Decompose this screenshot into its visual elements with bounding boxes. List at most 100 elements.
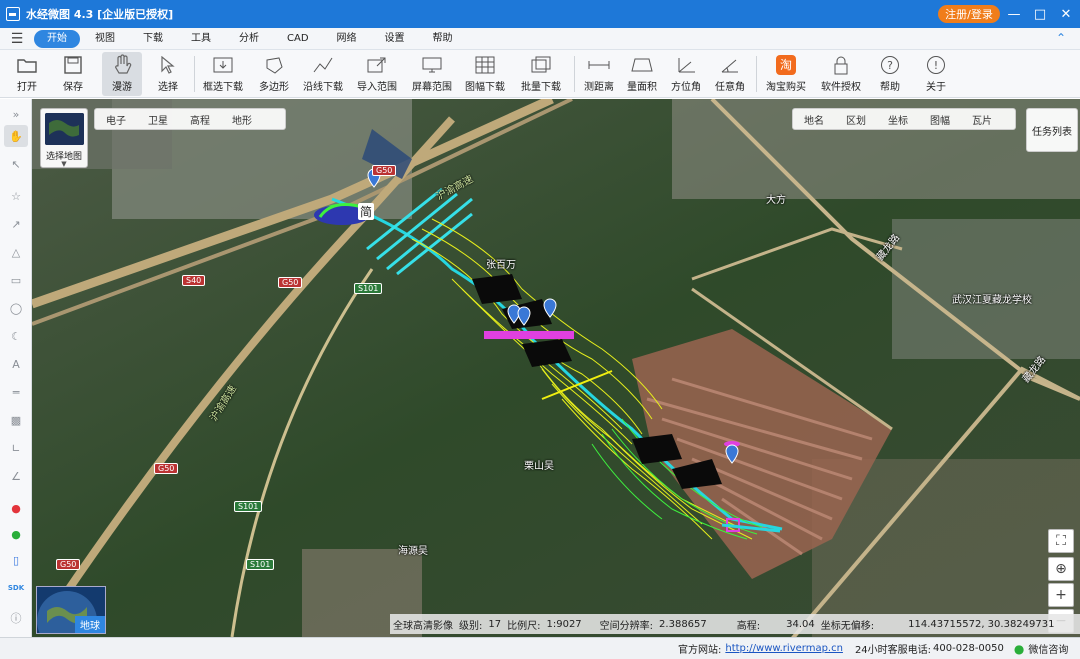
- map-type-elevation[interactable]: 高程: [179, 112, 221, 127]
- map-type-terrain[interactable]: 地形: [221, 112, 263, 127]
- measure-distance-icon: [585, 52, 613, 78]
- rail-weibo-icon[interactable]: ●: [4, 497, 28, 519]
- maximize-icon[interactable]: □: [1030, 4, 1050, 24]
- menu-tab-cad[interactable]: CAD: [274, 30, 322, 48]
- rail-area-measure-icon[interactable]: ▩: [4, 409, 28, 431]
- pan-button[interactable]: 漫游: [102, 52, 142, 96]
- box-download-button[interactable]: 框选下载: [200, 52, 246, 96]
- line-download-button[interactable]: 沿线下载: [300, 52, 346, 96]
- rail-sdk-icon[interactable]: SDK: [4, 577, 28, 599]
- road-shield-g50: G50: [372, 165, 397, 176]
- website-link[interactable]: http://www.rivermap.cn: [725, 643, 843, 654]
- about-button[interactable]: ! 关于: [920, 52, 952, 96]
- rail-pin-icon[interactable]: ☆: [4, 185, 28, 207]
- rail-phone-icon[interactable]: ▯: [4, 549, 28, 571]
- angle-button[interactable]: 任意角: [712, 52, 748, 96]
- task-list-button[interactable]: 任务列表: [1026, 108, 1078, 152]
- open-button[interactable]: 打开: [10, 52, 44, 96]
- overlay-tiles[interactable]: 瓦片: [961, 112, 1003, 127]
- rail-angle-icon[interactable]: ∠: [4, 465, 28, 487]
- rail-ruler-icon[interactable]: ═: [4, 381, 28, 403]
- import-range-button[interactable]: 导入范围: [354, 52, 400, 96]
- minimize-icon[interactable]: —: [1004, 4, 1024, 24]
- sheet-download-button[interactable]: 图幅下载: [462, 52, 508, 96]
- map-switch-caret-icon: ▼: [61, 160, 67, 168]
- save-label: 保存: [63, 82, 83, 93]
- polygon-download-button[interactable]: 多边形: [254, 52, 294, 96]
- login-button[interactable]: 注册/登录: [938, 5, 1000, 23]
- map-type-satellite[interactable]: 卫星: [137, 112, 179, 127]
- license-button[interactable]: 软件授权: [818, 52, 864, 96]
- svg-text:?: ?: [887, 59, 893, 72]
- hamburger-menu-icon[interactable]: ☰: [0, 31, 34, 47]
- left-tool-rail: » ✋ ↖ ☆ ↗ △ ▭ ◯ ☾ A ═ ▩ ∟ ∠ ● ● ▯ SDK ⓘ: [0, 99, 32, 637]
- rail-azimuth-icon[interactable]: ∟: [4, 437, 28, 459]
- help-button[interactable]: ? 帮助: [874, 52, 906, 96]
- rail-polyline-icon[interactable]: ↗: [4, 213, 28, 235]
- menu-tab-view[interactable]: 视图: [82, 30, 128, 48]
- menu-tab-tools[interactable]: 工具: [178, 30, 224, 48]
- menu-tab-help[interactable]: 帮助: [420, 30, 466, 48]
- menu-tab-download[interactable]: 下载: [130, 30, 176, 48]
- sheet-download-icon: [471, 52, 499, 78]
- azimuth-button[interactable]: 方位角: [668, 52, 704, 96]
- resolution-label: 空间分辨率:: [599, 620, 654, 632]
- globe-switch[interactable]: 地球: [36, 586, 106, 634]
- rail-cursor-icon[interactable]: ↖: [4, 153, 28, 175]
- road-shield-g50-4: G50: [56, 559, 81, 570]
- rail-hand-icon[interactable]: ✋: [4, 125, 28, 147]
- rail-area-icon[interactable]: △: [4, 241, 28, 263]
- measure-area-button[interactable]: 量面积: [624, 52, 660, 96]
- imagery-source: 全球高清影像: [393, 620, 453, 632]
- map-view[interactable]: 简 张百万 栗山吴 海源吴 大方 武汉江夏藏龙学校 G50 S40 G50 S1…: [32, 99, 1080, 637]
- road-shield-s101-3: S101: [246, 559, 275, 570]
- rail-rectangle-icon[interactable]: ▭: [4, 269, 28, 291]
- license-label: 软件授权: [821, 82, 861, 93]
- coord-label: 坐标无偏移:: [820, 620, 875, 632]
- globe-label: 地球: [75, 616, 105, 633]
- batch-download-button[interactable]: 批量下载: [516, 52, 566, 96]
- info-icon: !: [922, 52, 950, 78]
- road-shield-g50-2: G50: [278, 277, 303, 288]
- taobao-buy-button[interactable]: 淘 淘宝购买: [762, 52, 810, 96]
- map-source-switch[interactable]: 选择地图 ▼: [40, 108, 88, 168]
- rail-circle-icon[interactable]: ◯: [4, 297, 28, 319]
- box-download-label: 框选下载: [203, 82, 243, 93]
- toolbar-divider: [756, 56, 757, 92]
- menu-tab-start[interactable]: 开始: [34, 29, 80, 48]
- place-label-dafang: 大方: [766, 195, 786, 206]
- overlay-divisions[interactable]: 区划: [835, 112, 877, 127]
- overlay-placenames[interactable]: 地名: [793, 112, 835, 127]
- measure-area-label: 量面积: [627, 82, 657, 93]
- measure-distance-button[interactable]: 测距离: [580, 52, 618, 96]
- save-button[interactable]: 保存: [56, 52, 90, 96]
- menu-tab-settings[interactable]: 设置: [372, 30, 418, 48]
- expand-rail-icon[interactable]: »: [4, 103, 28, 125]
- zoom-in-icon[interactable]: +: [1048, 583, 1074, 607]
- rail-help-icon[interactable]: ⓘ: [4, 607, 28, 629]
- select-button[interactable]: 选择: [150, 52, 186, 96]
- screen-range-icon: [418, 52, 446, 78]
- screen-range-button[interactable]: 屏幕范围: [408, 52, 456, 96]
- overlay-sheets[interactable]: 图幅: [919, 112, 961, 127]
- azimuth-icon: [672, 52, 700, 78]
- rail-wechat-icon[interactable]: ●: [4, 523, 28, 545]
- polygon-download-label: 多边形: [259, 82, 289, 93]
- elevation-value: 34.04: [786, 618, 815, 630]
- menu-tab-network[interactable]: 网络: [324, 30, 370, 48]
- menu-tab-analysis[interactable]: 分析: [226, 30, 272, 48]
- close-icon[interactable]: ✕: [1056, 4, 1076, 24]
- toolbar-divider: [574, 56, 575, 92]
- map-type-electronic[interactable]: 电子: [95, 112, 137, 127]
- open-label: 打开: [17, 82, 37, 93]
- fullscreen-icon[interactable]: ⛶: [1048, 529, 1074, 553]
- level-label: 级别:: [459, 620, 483, 632]
- wechat-consult[interactable]: 微信咨询: [1028, 641, 1068, 656]
- taobao-buy-label: 淘宝购买: [766, 82, 806, 93]
- rail-text-icon[interactable]: A: [4, 353, 28, 375]
- collapse-ribbon-icon[interactable]: ⌃: [1056, 31, 1066, 45]
- overlay-coordinates[interactable]: 坐标: [877, 112, 919, 127]
- rail-moon-icon[interactable]: ☾: [4, 325, 28, 347]
- overlay-tabs: 地名 区划 坐标 图幅 瓦片: [792, 108, 1016, 130]
- locate-icon[interactable]: ⊕: [1048, 557, 1074, 581]
